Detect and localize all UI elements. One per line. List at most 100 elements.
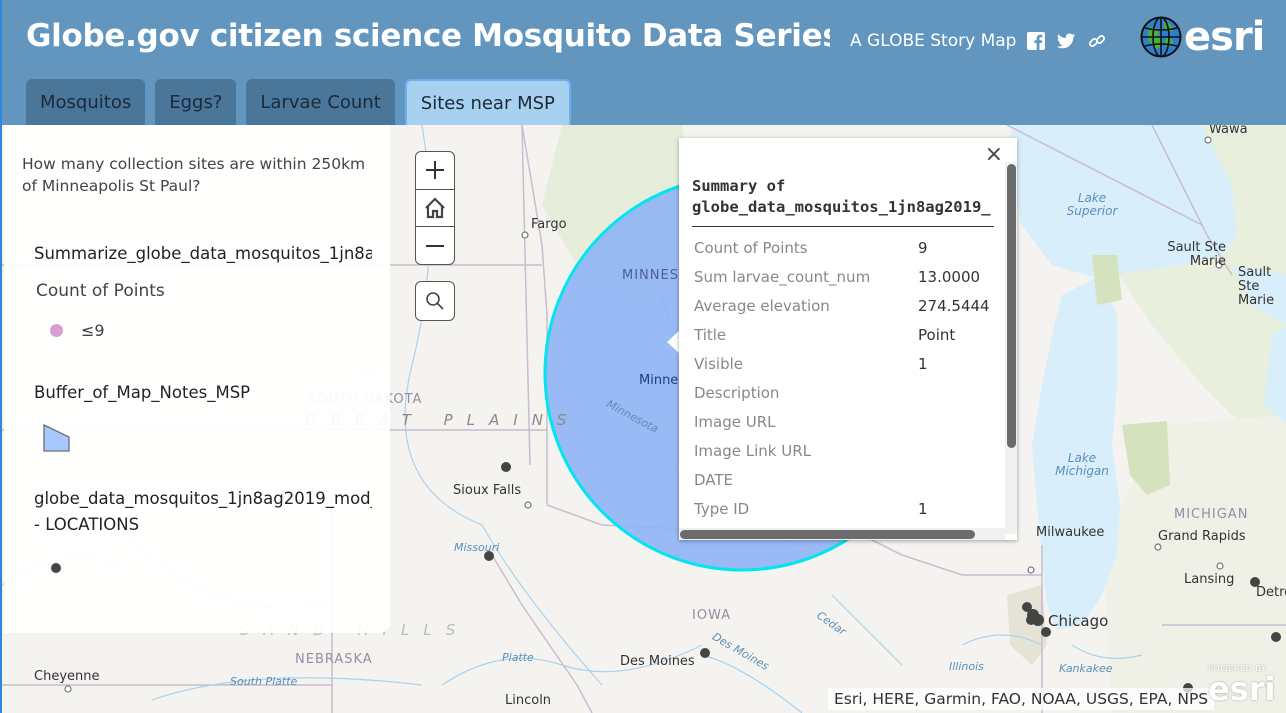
attribute-row: Visible 1	[694, 349, 990, 378]
zoom-controls	[415, 151, 455, 265]
map-label-water: Lake Michigan	[1055, 451, 1109, 478]
attribute-name: Image URL	[694, 412, 776, 431]
tab-mosquitos[interactable]: Mosquitos	[26, 79, 146, 125]
tab-sites-near-msp[interactable]: Sites near MSP	[404, 79, 571, 125]
pink-circle-symbol-icon	[50, 324, 63, 337]
twitter-share-button[interactable]	[1055, 30, 1077, 52]
location-point[interactable]	[700, 648, 710, 658]
attribute-value: 13.0000	[918, 267, 981, 286]
legend-layer-subtitle: - LOCATIONS	[34, 515, 140, 534]
map-label-water: Illinois	[949, 660, 984, 673]
park-area	[1122, 421, 1170, 495]
feature-popup: × Summary of globe_data_mosquitos_1jn8ag…	[679, 138, 1017, 540]
header: Globe.gov citizen science Mosquito Data …	[2, 0, 1286, 125]
map-label-water: Missouri	[454, 541, 500, 554]
plus-icon	[426, 161, 444, 180]
map-label-state: MICHIGAN	[1174, 507, 1249, 522]
facebook-share-button[interactable]	[1025, 30, 1047, 52]
zoom-out-button[interactable]	[416, 227, 454, 264]
park-area	[1092, 255, 1122, 305]
esri-logo-text: esri	[1184, 14, 1265, 60]
powered-by-esri-logo[interactable]: POWERED BY esri	[1208, 664, 1276, 705]
map-label-city: Sioux Falls	[453, 483, 522, 498]
map-label-city: Fargo	[531, 217, 567, 232]
popup-divider	[692, 226, 994, 227]
attribute-name: Average elevation	[694, 296, 830, 315]
map-label-city: Des Moines	[620, 654, 695, 669]
attribute-name: Description	[694, 383, 780, 402]
attribute-name: Visible	[694, 354, 743, 373]
map-label-water: Kankakee	[1059, 662, 1113, 675]
copy-link-button[interactable]	[1086, 30, 1108, 52]
attribute-value: 274.5444	[918, 296, 990, 315]
page-title: Globe.gov citizen science Mosquito Data …	[26, 18, 830, 54]
home-icon	[425, 197, 445, 218]
attribute-row: Description	[694, 378, 990, 407]
attribute-value	[918, 465, 990, 494]
scrollbar-thumb[interactable]	[1007, 164, 1016, 448]
popup-title-line1: Summary of	[692, 177, 786, 195]
map-label-city: Grand Rapids	[1158, 529, 1246, 544]
scrollbar-thumb[interactable]	[680, 530, 975, 539]
link-icon	[1089, 35, 1105, 47]
attribute-row: Type ID 1	[694, 494, 990, 523]
attribute-name: Image Link URL	[694, 441, 811, 460]
popup-title: Summary of globe_data_mosquitos_1jn8ag20…	[692, 176, 1008, 218]
map-label-city: Sault Ste Marie	[1167, 240, 1226, 269]
legend-field-label: Count of Points	[36, 281, 165, 301]
story-map-app: Globe.gov citizen science Mosquito Data …	[0, 0, 1286, 713]
polygon-symbol-icon	[43, 423, 70, 452]
map-label-city: Lincoln	[505, 693, 552, 708]
popup-vertical-scrollbar[interactable]	[1005, 162, 1017, 534]
attribute-name: Title	[694, 325, 727, 344]
attribute-row: Title Point	[694, 320, 990, 349]
map-label-city: Milwaukee	[1036, 525, 1105, 540]
map-label-water: South Platte	[230, 675, 298, 688]
minus-icon	[426, 244, 444, 247]
map-label-city: Lansing	[1184, 572, 1235, 587]
map-label-state: NEBRASKA	[295, 652, 373, 667]
attribute-row: Sum larvae_count_num 13.0000	[694, 262, 990, 291]
close-popup-button[interactable]: ×	[985, 142, 1003, 167]
map-label-city: Chicago	[1048, 612, 1109, 630]
attribute-value: Point	[918, 325, 956, 344]
powered-by-logo-text: esri	[1208, 670, 1276, 708]
attribute-value	[918, 407, 990, 436]
location-point[interactable]	[1271, 632, 1281, 642]
legend-row: ≤9	[50, 321, 105, 340]
point-symbol-icon	[51, 563, 61, 573]
legend-layer-title: Buffer_of_Map_Notes_MSP	[34, 383, 251, 402]
attribute-name: Count of Points	[694, 238, 808, 257]
attribute-value: 9	[918, 238, 928, 257]
map-label-water: Lake Superior	[1066, 191, 1118, 218]
legend-layer-title: Summarize_globe_data_mosquitos_1jn8ag201…	[34, 244, 372, 263]
map-label-water: Platte	[502, 651, 534, 664]
location-point[interactable]	[1026, 615, 1036, 625]
legend-class-value: ≤9	[81, 321, 105, 340]
legend-layer-title: globe_data_mosquitos_1jn8ag2019_mod_	[34, 489, 372, 508]
search-icon	[426, 292, 444, 310]
search-button[interactable]	[415, 281, 455, 321]
attribute-value	[918, 436, 990, 465]
map-attribution: Esri, HERE, Garmin, FAO, NOAA, USGS, EPA…	[828, 688, 1215, 710]
legend-panel: How many collection sites are within 250…	[4, 125, 390, 633]
location-point[interactable]	[501, 462, 511, 472]
attribute-name: Type ID	[694, 499, 750, 518]
popup-horizontal-scrollbar[interactable]	[679, 528, 1005, 540]
map-label-city: Sault Ste Marie	[1238, 265, 1275, 308]
twitter-icon	[1056, 33, 1076, 49]
attribute-value: 1	[918, 354, 928, 373]
tab-larvae-count[interactable]: Larvae Count	[246, 79, 395, 125]
attribute-row: Count of Points 9	[694, 233, 990, 262]
tab-eggs[interactable]: Eggs?	[155, 79, 237, 125]
map-label-city: Wawa	[1209, 125, 1248, 137]
zoom-in-button[interactable]	[416, 152, 454, 190]
esri-logo[interactable]: esri	[1140, 14, 1265, 60]
map-label-city: Cheyenne	[34, 669, 100, 684]
attribute-row: Image Link URL	[694, 436, 990, 465]
home-button[interactable]	[416, 190, 454, 227]
map-label-city: Detroit	[1256, 585, 1286, 600]
attribute-row: Average elevation 274.5444	[694, 291, 990, 320]
globe-icon	[1140, 16, 1182, 58]
attribute-value	[918, 378, 990, 407]
